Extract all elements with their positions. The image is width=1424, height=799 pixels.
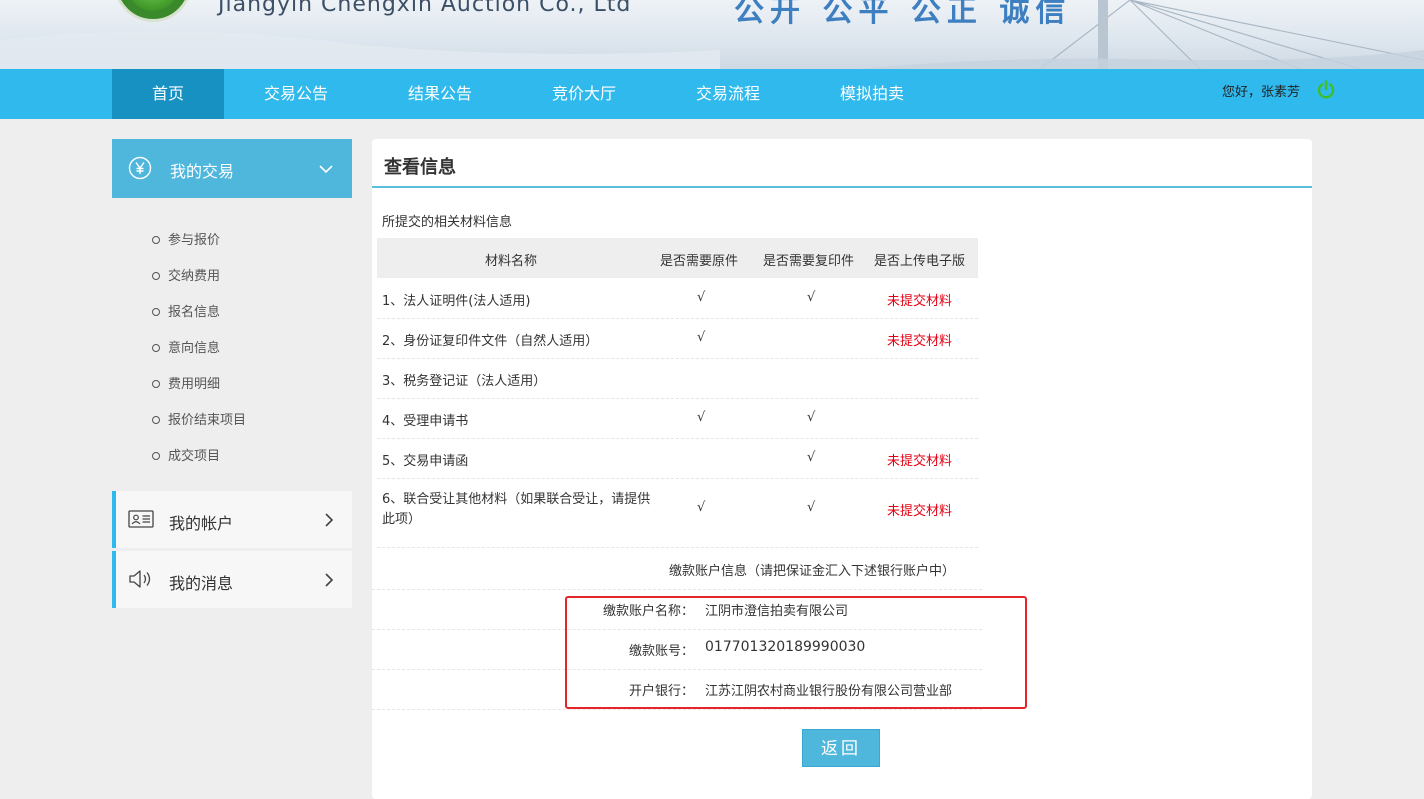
copy-check: √ <box>807 500 816 515</box>
yen-icon <box>128 156 152 180</box>
copy-check: √ <box>807 450 816 465</box>
bridge-illustration <box>0 0 1424 69</box>
title-divider <box>372 186 1312 188</box>
original-check: √ <box>697 330 706 345</box>
payment-divider <box>372 549 982 590</box>
sidebar-item-ended-projects[interactable]: 报价结束项目 <box>152 409 246 428</box>
upload-status: 未提交材料 <box>887 294 953 309</box>
col-header-copy: 是否需要复印件 <box>763 254 855 269</box>
material-name: 4、受理申请书 <box>382 414 469 429</box>
info-panel: 查看信息 所提交的相关材料信息 材料名称 是否需要原件 是否需要复印件 是否上传… <box>372 139 1312 799</box>
nav-result-notices[interactable]: 结果公告 <box>384 69 496 119</box>
table-row: 1、法人证明件(法人适用) √ √ 未提交材料 <box>377 278 978 319</box>
col-header-original: 是否需要原件 <box>660 254 739 269</box>
nav-home[interactable]: 首页 <box>112 69 224 119</box>
original-check: √ <box>697 410 706 425</box>
main-nav: 首页 交易公告 结果公告 竞价大厅 交易流程 模拟拍卖 您好，张素芳 <box>0 69 1424 119</box>
sidebar-item-deals[interactable]: 成交项目 <box>152 445 220 464</box>
sidebar-item-fee-details[interactable]: 费用明细 <box>152 373 220 392</box>
nav-trade-process[interactable]: 交易流程 <box>672 69 784 119</box>
material-name: 2、身份证复印件文件（自然人适用） <box>382 334 599 349</box>
col-header-upload: 是否上传电子版 <box>874 254 966 269</box>
table-row: 3、税务登记证（法人适用） <box>377 358 978 399</box>
original-check: √ <box>697 290 706 305</box>
material-name: 5、交易申请函 <box>382 454 469 469</box>
bullet-icon <box>152 307 160 316</box>
table-row: 2、身份证复印件文件（自然人适用） √ 未提交材料 <box>377 318 978 359</box>
sidebar-my-messages[interactable]: 我的消息 <box>112 551 352 608</box>
original-check: √ <box>697 500 706 515</box>
col-header-name: 材料名称 <box>485 254 538 269</box>
power-icon[interactable] <box>1316 80 1336 100</box>
chevron-right-icon <box>325 513 334 527</box>
sidebar-my-trade-label: 我的交易 <box>170 162 235 181</box>
bullet-icon <box>152 271 160 280</box>
chevron-right-icon <box>325 573 334 587</box>
back-button[interactable]: 返回 <box>802 729 880 767</box>
bullet-icon <box>152 235 160 244</box>
sidebar-my-messages-label: 我的消息 <box>169 574 234 593</box>
bullet-icon <box>152 451 160 460</box>
sidebar-my-trade[interactable]: 我的交易 <box>112 139 352 198</box>
section-title: 所提交的相关材料信息 <box>382 215 513 230</box>
material-name: 3、税务登记证（法人适用） <box>382 374 547 389</box>
material-name: 1、法人证明件(法人适用) <box>382 294 531 309</box>
user-greeting: 您好，张素芳 <box>1222 85 1301 100</box>
table-row: 5、交易申请函 √ 未提交材料 <box>377 438 978 479</box>
id-card-icon <box>128 510 154 528</box>
nav-bidding-hall[interactable]: 竞价大厅 <box>528 69 640 119</box>
company-name-en: Jiangyin Chengxin Auction Co., Ltd <box>218 0 632 17</box>
upload-status: 未提交材料 <box>887 454 953 469</box>
table-row: 6、联合受让其他材料（如果联合受让，请提供此项） √ √ 未提交材料 <box>377 478 978 548</box>
bullet-icon <box>152 343 160 352</box>
material-name: 6、联合受让其他材料（如果联合受让，请提供此项） <box>382 492 651 527</box>
bullet-icon <box>152 379 160 388</box>
nav-mock-auction[interactable]: 模拟拍卖 <box>816 69 928 119</box>
page-title: 查看信息 <box>384 157 456 178</box>
sidebar-item-registration[interactable]: 报名信息 <box>152 301 220 320</box>
bullet-icon <box>152 415 160 424</box>
copy-check: √ <box>807 290 816 305</box>
sidebar-item-intent[interactable]: 意向信息 <box>152 337 220 356</box>
slogan: 公开 公平 公正 诚信 <box>734 0 1072 29</box>
sidebar-my-account[interactable]: 我的帐户 <box>112 491 352 548</box>
upload-status: 未提交材料 <box>887 504 953 519</box>
table-row: 4、受理申请书 √ √ <box>377 398 978 439</box>
sidebar-my-account-label: 我的帐户 <box>169 514 234 533</box>
payment-highlight-box <box>565 596 1027 709</box>
sidebar-submenu: 参与报价 交纳费用 报名信息 意向信息 费用明细 报价结束项目 成交项目 <box>112 198 352 490</box>
nav-trade-notices[interactable]: 交易公告 <box>240 69 352 119</box>
table-header: 材料名称 是否需要原件 是否需要复印件 是否上传电子版 <box>377 238 978 278</box>
sidebar-item-bid[interactable]: 参与报价 <box>152 229 220 248</box>
chevron-down-icon <box>319 165 333 174</box>
upload-status: 未提交材料 <box>887 334 953 349</box>
copy-check: √ <box>807 410 816 425</box>
header-banner: Jiangyin Chengxin Auction Co., Ltd 公开 公平… <box>0 0 1424 69</box>
speaker-icon <box>129 570 151 588</box>
sidebar-item-pay-fees[interactable]: 交纳费用 <box>152 265 220 284</box>
